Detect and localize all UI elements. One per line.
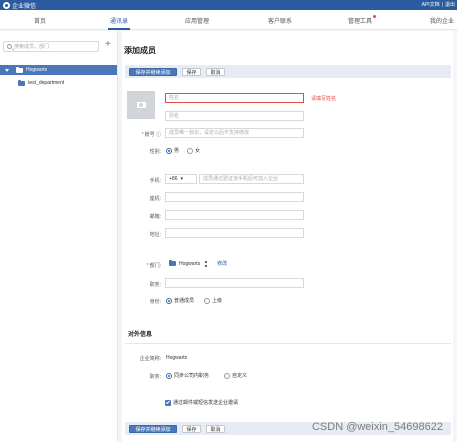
save-continue-button-bottom[interactable]: 保存并继续添加 [129,425,177,433]
tree-child-label: test_department [28,80,65,86]
cancel-button[interactable]: 取消 [206,68,225,76]
invite-checkbox-row[interactable]: 通过邮件或短信发送企业邀请 [165,399,238,406]
notification-dot [373,15,377,18]
tree-root-hogwarts[interactable]: Hogwarts [0,65,117,75]
top-links: API文档退出 [422,1,455,8]
logout-link[interactable]: 退出 [440,2,455,8]
identity-leader-option[interactable]: 上级 [204,297,222,304]
tel-input[interactable] [165,192,304,202]
phone-input[interactable] [199,174,304,184]
search-input[interactable] [14,43,98,51]
gender-male-option[interactable]: 男 [166,147,179,154]
name-input[interactable] [165,93,304,103]
radio-checked-icon[interactable] [166,297,172,304]
identity-leader-label: 上级 [212,298,223,304]
dept-row: Hogwarts 修改 [169,260,227,267]
account-input[interactable] [165,128,304,138]
identity-normal-option[interactable]: 普通成员 [166,297,194,304]
identity-label: 身份: [149,299,161,305]
nav-my-company[interactable]: 我的企业 [430,16,454,25]
dept-modify-link[interactable]: 修改 [217,260,227,267]
position-input[interactable] [165,278,304,288]
section-title-external: 对外信息 [128,332,153,338]
top-bar: 企业微信 API文档退出 [0,0,457,10]
nav-home[interactable]: 首页 [34,16,46,25]
ext-position-sync-label: 同步公司内职务 [174,373,210,379]
address-label: 地址: [149,232,161,238]
radio-checked-icon[interactable] [166,372,172,379]
sidebar: + Hogwarts test_department [0,31,118,442]
nav-admin-tools[interactable]: 管理工具 [348,15,377,25]
api-doc-link[interactable]: API文档 [422,2,440,8]
save-continue-button[interactable]: 保存并继续添加 [129,68,177,76]
app-title: 企业微信 [12,4,37,10]
folder-icon [16,66,23,73]
save-button[interactable]: 保存 [182,68,201,76]
account-label: 账号 ⓘ [127,131,161,138]
help-icon[interactable]: ⓘ [156,132,161,138]
alias-input[interactable] [165,111,304,121]
nav-admin-tools-label: 管理工具 [348,19,373,25]
ext-position-label: 职务: [149,374,161,380]
avatar-upload[interactable] [127,91,155,119]
radio-unchecked-icon[interactable] [204,297,210,304]
main-nav: 首页 通讯录 应用管理 客户联系 管理工具 我的企业 [0,10,457,30]
chevron-down-icon: ▾ [180,176,183,182]
tree-item-test-department[interactable]: test_department [18,78,64,88]
add-button[interactable]: + [105,40,111,50]
page-title: 添加成员 [124,46,156,55]
checkbox-checked-icon[interactable] [165,399,171,406]
ext-position-custom-option[interactable]: 自定义 [224,372,247,379]
search-box [3,41,99,52]
nav-customer-contact[interactable]: 客户联系 [268,16,292,25]
save-button-bottom[interactable]: 保存 [182,425,201,433]
nav-contacts[interactable]: 通讯录 [107,16,131,30]
radio-unchecked-icon[interactable] [187,147,193,154]
caret-down-icon[interactable] [5,68,9,72]
tel-label: 座机: [149,196,161,202]
brand: 企业微信 [3,1,36,10]
divider [125,343,451,344]
phone-code-value: +86 [169,176,178,182]
dept-label: 部门: [127,262,161,269]
phone-code-select[interactable]: +86 ▾ [165,174,197,184]
gender-female-label: 女 [195,148,201,154]
gender-label: 性别: [149,149,161,155]
position-label: 职务: [149,282,161,288]
more-menu-icon[interactable] [205,260,208,267]
gender-male-label: 男 [174,148,180,154]
gender-female-option[interactable]: 女 [187,147,200,154]
invite-checkbox-label: 通过邮件或短信发送企业邀请 [173,400,239,406]
watermark: CSDN @weixin_54698622 [311,421,443,433]
name-error: 请填写姓名 [311,96,337,102]
folder-icon [18,79,25,86]
tree-root-label: Hogwarts [26,67,48,73]
folder-icon [169,260,176,266]
account-label-text: 账号 [144,132,155,138]
radio-checked-icon[interactable] [166,147,172,154]
camera-icon [137,102,146,108]
ext-position-sync-option[interactable]: 同步公司内职务 [166,372,209,379]
email-input[interactable] [165,210,304,220]
search-icon [7,44,12,49]
wecom-logo-icon [3,2,10,9]
cancel-button-bottom[interactable]: 取消 [206,425,225,433]
corp-name-value: Hogwarts [166,355,188,361]
address-input[interactable] [165,228,304,238]
main-panel: 添加成员 保存并继续添加 保存 取消 请填写姓名 账号 ⓘ 性别: 男 女 手机… [122,31,453,442]
identity-normal-label: 普通成员 [174,298,195,304]
phone-label: 手机: [149,178,161,184]
corp-name-label: 企业简称: [139,356,161,362]
dept-value: Hogwarts [179,260,201,267]
action-bar-top: 保存并继续添加 保存 取消 [125,65,451,78]
radio-unchecked-icon[interactable] [224,372,230,379]
email-label: 邮箱: [149,214,161,220]
ext-position-custom-label: 自定义 [232,373,248,379]
nav-app-management[interactable]: 应用管理 [185,16,209,25]
